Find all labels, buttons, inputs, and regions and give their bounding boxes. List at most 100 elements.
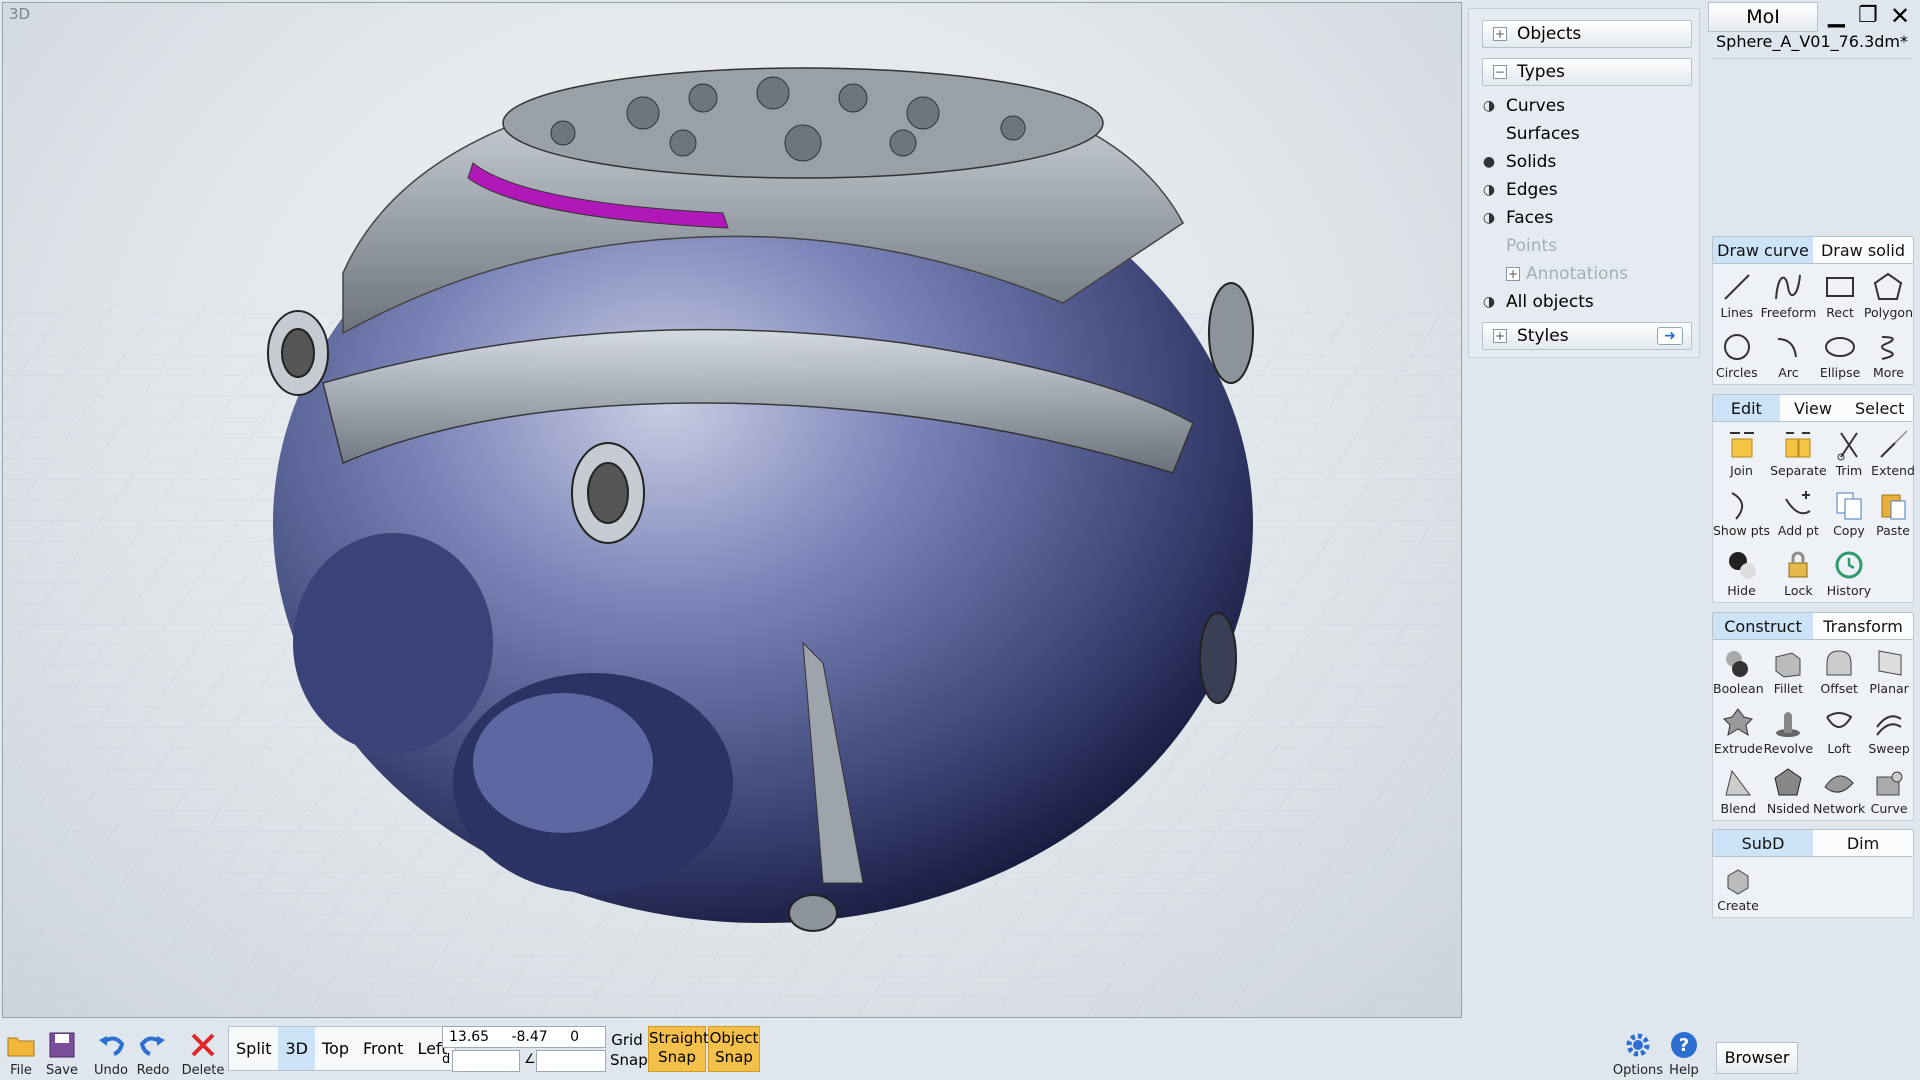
show-pts-button[interactable]: Show pts <box>1713 482 1770 542</box>
distance-input[interactable] <box>452 1050 520 1072</box>
sweep-button[interactable]: Sweep <box>1865 700 1913 760</box>
type-row-points[interactable]: Points <box>1472 232 1700 260</box>
tab-draw-curve[interactable]: Draw curve <box>1713 237 1813 263</box>
angle-label: ∠ <box>524 1052 536 1067</box>
eye-icon[interactable]: ● <box>1472 154 1506 170</box>
arc-button[interactable]: Arc <box>1761 324 1817 384</box>
ellipse-button[interactable]: Ellipse <box>1816 324 1864 384</box>
boolean-button[interactable]: Boolean <box>1713 640 1764 700</box>
redo-button[interactable]: Redo <box>134 1026 172 1078</box>
type-row-all-objects[interactable]: ◑ All objects <box>1472 288 1700 316</box>
create-button[interactable]: Create <box>1713 857 1763 917</box>
tab-view[interactable]: View <box>1780 395 1847 421</box>
type-row-surfaces[interactable]: Surfaces <box>1472 120 1700 148</box>
undo-button[interactable]: Undo <box>92 1026 130 1078</box>
revolve-button[interactable]: Revolve <box>1764 700 1813 760</box>
tab-dim[interactable]: Dim <box>1813 830 1913 856</box>
viewport-3d[interactable]: 3D <box>2 2 1462 1018</box>
expand-icon[interactable]: + <box>1506 267 1520 281</box>
tab-edit[interactable]: Edit <box>1713 395 1780 421</box>
options-button[interactable]: Options <box>1612 1026 1664 1078</box>
circles-button[interactable]: Circles <box>1713 324 1761 384</box>
eye-half-icon[interactable]: ◑ <box>1472 210 1506 226</box>
type-label: Annotations <box>1526 264 1629 284</box>
network-button[interactable]: Network <box>1813 760 1865 820</box>
view-top[interactable]: Top <box>315 1027 356 1070</box>
viewport-label: 3D <box>9 5 31 23</box>
trim-button[interactable]: Trim <box>1827 422 1871 482</box>
tool-label: Nsided <box>1766 801 1810 816</box>
arrow-right-icon[interactable]: ➜ <box>1657 327 1683 345</box>
tool-label: Add pt <box>1777 523 1819 538</box>
planar-button[interactable]: Planar <box>1865 640 1913 700</box>
object-snap-toggle[interactable]: Object Snap <box>708 1026 760 1072</box>
join-button[interactable]: Join <box>1713 422 1770 482</box>
tab-construct[interactable]: Construct <box>1713 613 1813 639</box>
button-label: Options <box>1612 1063 1664 1078</box>
close-icon[interactable]: ✕ <box>1890 2 1910 30</box>
eye-half-icon[interactable]: ◑ <box>1472 98 1506 114</box>
straight-snap-toggle[interactable]: Straight Snap <box>648 1026 709 1072</box>
delete-button[interactable]: Delete <box>180 1026 226 1078</box>
objects-header[interactable]: + Objects <box>1482 20 1692 48</box>
type-label: All objects <box>1506 292 1594 312</box>
browser-button[interactable]: Browser <box>1716 1042 1798 1074</box>
view-split[interactable]: Split <box>229 1027 278 1070</box>
tab-subd[interactable]: SubD <box>1713 830 1813 856</box>
curve-icon <box>1876 771 1903 796</box>
lock-button[interactable]: Lock <box>1770 542 1827 602</box>
history-button[interactable]: History <box>1827 542 1871 602</box>
types-header[interactable]: − Types <box>1482 58 1692 86</box>
type-row-edges[interactable]: ◑ Edges <box>1472 176 1700 204</box>
eye-half-icon[interactable]: ◑ <box>1472 182 1506 198</box>
tab-draw-solid[interactable]: Draw solid <box>1813 237 1913 263</box>
eye-half-icon[interactable]: ◑ <box>1472 294 1506 310</box>
type-label: Points <box>1506 236 1558 256</box>
coordinate-input[interactable]: 13.65 -8.47 0 <box>442 1026 606 1048</box>
help-button[interactable]: ? Help <box>1666 1026 1702 1078</box>
extend-button[interactable]: Extend <box>1871 422 1915 482</box>
nsided-button[interactable]: Nsided <box>1764 760 1813 820</box>
type-row-curves[interactable]: ◑ Curves <box>1472 92 1700 120</box>
tab-select[interactable]: Select <box>1846 395 1913 421</box>
polygon-button[interactable]: Polygon <box>1864 264 1913 324</box>
offset-button[interactable]: Offset <box>1813 640 1865 700</box>
title-divider <box>1712 58 1912 59</box>
loft-button[interactable]: Loft <box>1813 700 1865 760</box>
view-front[interactable]: Front <box>356 1027 410 1070</box>
add-pt-button[interactable]: Add pt <box>1770 482 1827 542</box>
maximize-icon[interactable]: ❐ <box>1858 4 1878 28</box>
hide-button[interactable]: Hide <box>1713 542 1770 602</box>
rect-button[interactable]: Rect <box>1816 264 1864 324</box>
tool-label: Rect <box>1826 305 1854 320</box>
type-row-faces[interactable]: ◑ Faces <box>1472 204 1700 232</box>
view-3d[interactable]: 3D <box>278 1027 315 1070</box>
tool-label: History <box>1826 583 1872 598</box>
button-label: Delete <box>181 1063 225 1078</box>
freeform-button[interactable]: Freeform <box>1761 264 1816 324</box>
fillet-button[interactable]: Fillet <box>1764 640 1813 700</box>
subd-tabs: SubD Dim <box>1712 829 1914 857</box>
view-tabs: Split 3D Top Front Left <box>228 1026 456 1071</box>
tool-label: Blend <box>1720 801 1757 816</box>
save-button[interactable]: Save <box>44 1026 80 1078</box>
extrude-button[interactable]: Extrude <box>1713 700 1764 760</box>
sphere-model[interactable] <box>267 67 1254 932</box>
lines-button[interactable]: Lines <box>1713 264 1761 324</box>
type-row-solids[interactable]: ● Solids <box>1472 148 1700 176</box>
separate-button[interactable]: Separate <box>1770 422 1827 482</box>
paste-button[interactable]: Paste <box>1871 482 1915 542</box>
styles-header[interactable]: + Styles ➜ <box>1482 322 1692 350</box>
file-button[interactable]: File <box>4 1026 38 1078</box>
blend-button[interactable]: Blend <box>1713 760 1764 820</box>
minimize-icon[interactable]: ▁ <box>1828 4 1845 28</box>
type-row-annotations[interactable]: + Annotations <box>1472 260 1700 288</box>
empty-cell <box>1813 857 1863 917</box>
tab-transform[interactable]: Transform <box>1813 613 1913 639</box>
grid-snap-toggle[interactable]: Grid Snap <box>610 1030 648 1070</box>
copy-button[interactable]: Copy <box>1827 482 1871 542</box>
tool-label: Circles <box>1715 365 1758 380</box>
curve-button[interactable]: Curve <box>1865 760 1913 820</box>
more-button[interactable]: More <box>1864 324 1913 384</box>
angle-input[interactable] <box>536 1050 606 1072</box>
